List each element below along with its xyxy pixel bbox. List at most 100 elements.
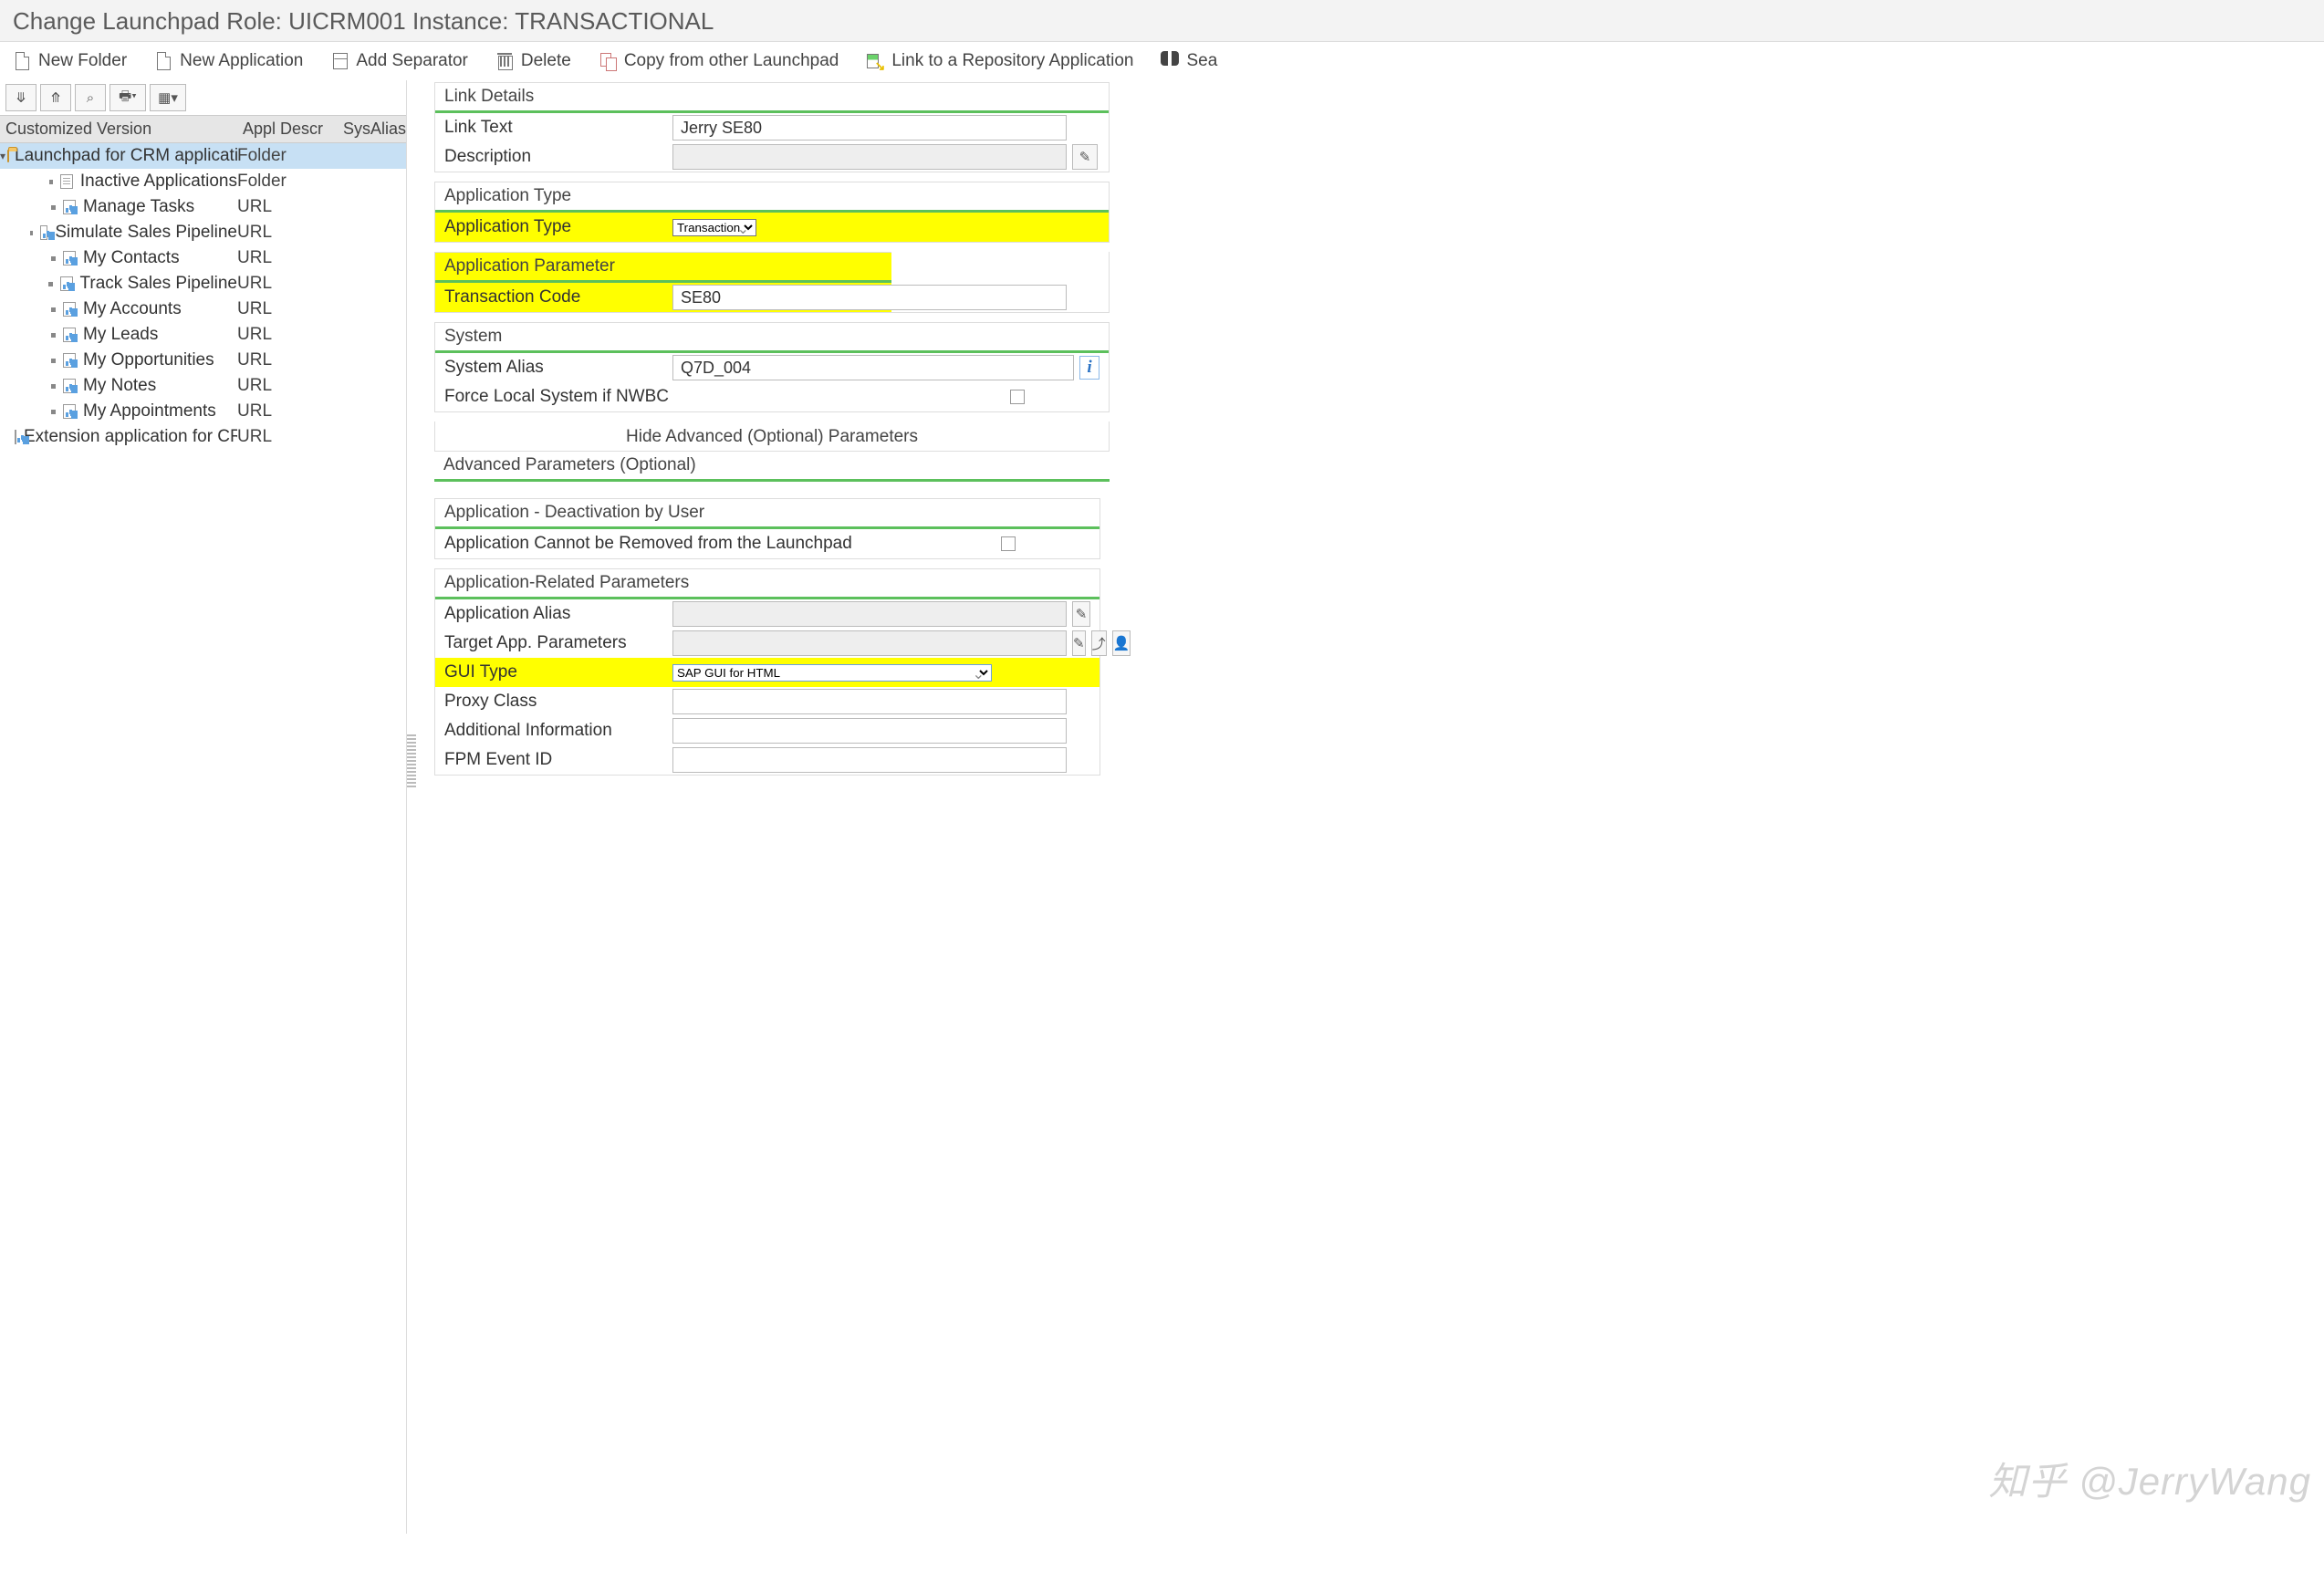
system-alias-label: System Alias <box>444 358 672 378</box>
fpm-event-label: FPM Event ID <box>444 750 672 770</box>
delete-label: Delete <box>521 51 571 71</box>
application-type-select[interactable]: Transaction <box>672 219 756 236</box>
cannot-remove-checkbox[interactable] <box>1001 536 1016 551</box>
tree-item-label: Extension application for CR <box>24 427 237 447</box>
print-button[interactable]: 🖶▾ <box>109 84 146 111</box>
tree-item-descr: URL <box>237 223 338 243</box>
toggle-advanced-button[interactable]: Hide Advanced (Optional) Parameters <box>434 422 1110 452</box>
layout-button[interactable]: ▦▾ <box>150 84 186 111</box>
trash-icon <box>495 51 514 71</box>
fpm-event-input[interactable] <box>672 747 1067 773</box>
description-label: Description <box>444 147 672 167</box>
bullet-icon <box>51 307 56 312</box>
description-edit-button[interactable]: ✎ <box>1072 144 1098 170</box>
bullet-icon <box>30 231 33 235</box>
bullet-icon <box>51 359 56 363</box>
tree-item-row[interactable]: Simulate Sales PipelineURL <box>0 220 406 245</box>
tree-item-descr: URL <box>237 376 338 396</box>
tree-item-row[interactable]: Manage TasksURL <box>0 194 406 220</box>
tree-item-descr: URL <box>237 299 338 319</box>
tree-item-row[interactable]: My Leads URL <box>0 322 406 348</box>
application-alias-edit-button[interactable]: ✎ <box>1072 601 1090 627</box>
delete-button[interactable]: Delete <box>495 51 571 71</box>
search-button[interactable]: Sea <box>1161 51 1217 71</box>
add-separator-button[interactable]: Add Separator <box>330 51 468 71</box>
application-alias-input[interactable] <box>672 601 1067 627</box>
proxy-class-label: Proxy Class <box>444 692 672 712</box>
expand-all-button[interactable]: ⤋ <box>5 84 36 111</box>
tree-panel: ⤋ ⤊ ⌕ 🖶▾ ▦▾ Customized Version Appl Desc… <box>0 80 407 1534</box>
link-repository-application-button[interactable]: Link to a Repository Application <box>866 51 1133 71</box>
tree-header-descr: Appl Descr <box>237 116 338 142</box>
description-input[interactable] <box>672 144 1067 170</box>
page-icon <box>154 51 172 71</box>
tree-item-descr: URL <box>237 248 338 268</box>
target-app-user-button[interactable]: 👤 <box>1112 630 1131 656</box>
tree-toolbar: ⤋ ⤊ ⌕ 🖶▾ ▦▾ <box>0 80 406 115</box>
group-application-type: Application Type Application Type Transa… <box>434 182 1110 243</box>
tree-item-label: Track Sales Pipeline <box>80 274 237 294</box>
gui-type-select[interactable]: SAP GUI for HTML <box>672 664 992 682</box>
expand-toggle-icon[interactable]: ▾ <box>0 150 5 162</box>
link-text-input[interactable] <box>672 115 1067 141</box>
form-panel: Link Details Link Text Description ✎ App… <box>407 80 2324 1534</box>
tree-item-row[interactable]: My OpportunitiesURL <box>0 348 406 373</box>
copy-label: Copy from other Launchpad <box>624 51 839 71</box>
group-application-parameter: Application Parameter Transaction Code <box>434 252 1110 313</box>
tree-header-name: Customized Version <box>0 116 237 142</box>
tree-item-row[interactable]: My NotesURL <box>0 373 406 399</box>
additional-info-input[interactable] <box>672 718 1067 744</box>
system-alias-info-button[interactable]: i <box>1079 356 1099 380</box>
tree-item-descr: URL <box>237 274 338 294</box>
new-folder-button[interactable]: New Folder <box>13 51 127 71</box>
collapse-all-button[interactable]: ⤊ <box>40 84 71 111</box>
tree-item-label: My Leads <box>83 325 158 345</box>
system-alias-input[interactable] <box>672 355 1074 380</box>
tree-item-row[interactable]: Inactive ApplicationsFolder <box>0 169 406 194</box>
tree-item-row[interactable]: Track Sales PipelineURL <box>0 271 406 297</box>
link-repo-label: Link to a Repository Application <box>891 51 1133 71</box>
group-title-system: System <box>435 322 1109 353</box>
target-app-edit-button[interactable]: ✎ <box>1072 630 1086 656</box>
bullet-icon <box>51 256 56 261</box>
target-app-input[interactable] <box>672 630 1067 656</box>
link-text-label: Link Text <box>444 118 672 138</box>
folder-icon <box>7 150 9 162</box>
tree-item-row[interactable]: My AccountsURL <box>0 297 406 322</box>
tree-root-row[interactable]: ▾Launchpad for CRM application Folder <box>0 143 406 169</box>
group-deactivation: Application - Deactivation by User Appli… <box>434 498 1100 559</box>
copy-from-launchpad-button[interactable]: Copy from other Launchpad <box>599 51 839 71</box>
binoculars-icon <box>1161 51 1179 71</box>
new-application-button[interactable]: New Application <box>154 51 303 71</box>
application-alias-label: Application Alias <box>444 604 672 624</box>
target-app-hierarchy-button[interactable]: ⤴ <box>1091 630 1107 656</box>
chart-icon <box>63 328 76 342</box>
group-title-application-parameter: Application Parameter <box>435 252 891 283</box>
tree-header: Customized Version Appl Descr SysAlias <box>0 115 406 143</box>
gui-type-label: GUI Type <box>444 662 672 682</box>
bullet-icon <box>51 205 56 210</box>
bullet-icon <box>51 410 56 414</box>
transaction-code-input[interactable] <box>672 285 1067 310</box>
chart-icon <box>63 251 76 265</box>
group-title-application-type: Application Type <box>435 182 1109 213</box>
force-local-checkbox[interactable] <box>1010 390 1025 404</box>
group-title-deactivation: Application - Deactivation by User <box>435 498 1099 529</box>
bullet-icon <box>51 384 56 389</box>
tree-item-descr: URL <box>237 350 338 370</box>
new-application-label: New Application <box>180 51 303 71</box>
group-link-details: Link Details Link Text Description ✎ <box>434 82 1110 172</box>
proxy-class-input[interactable] <box>672 689 1067 714</box>
application-type-label: Application Type <box>444 217 672 237</box>
tree-item-descr: URL <box>237 325 338 345</box>
tree-item-row[interactable]: My AppointmentsURL <box>0 399 406 424</box>
tree-item-descr: URL <box>237 401 338 422</box>
splitter-handle[interactable] <box>407 734 416 789</box>
find-button[interactable]: ⌕ <box>75 84 106 111</box>
window-title: Change Launchpad Role: UICRM001 Instance… <box>0 0 2324 42</box>
group-system: System System Alias i Force Local System… <box>434 322 1110 412</box>
tree-item-row[interactable]: My ContactsURL <box>0 245 406 271</box>
tree-item-row[interactable]: Extension application for CRURL <box>0 424 406 450</box>
target-app-label: Target App. Parameters <box>444 633 672 653</box>
page-icon <box>13 51 31 71</box>
